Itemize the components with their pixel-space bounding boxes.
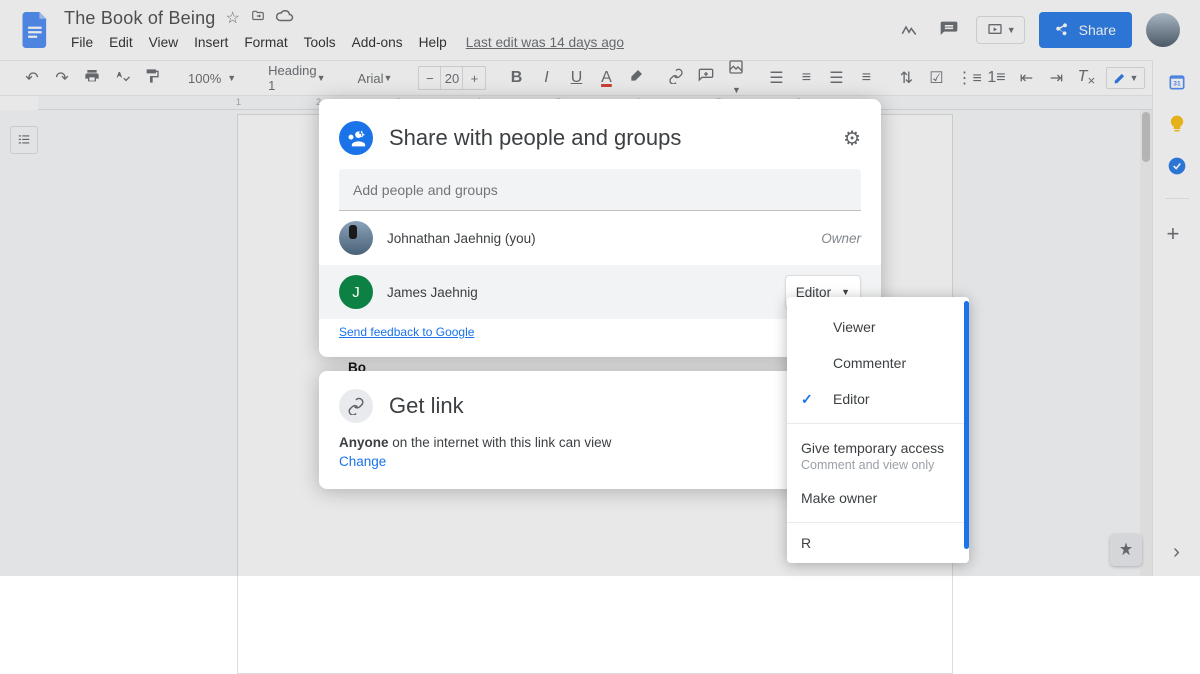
title-mid: The Book of Being ☆ File Edit View Inser… (64, 8, 896, 53)
menu-tools[interactable]: Tools (297, 32, 343, 53)
underline-icon[interactable]: U (566, 69, 586, 87)
star-icon[interactable]: ☆ (226, 8, 240, 28)
zoom-select[interactable]: 100%▼ (182, 71, 242, 86)
font-size[interactable]: − 20 + (418, 66, 486, 90)
gear-icon[interactable]: ⚙ (843, 126, 861, 151)
align-right-icon[interactable]: ☰ (826, 68, 846, 88)
size-decrease[interactable]: − (419, 67, 441, 89)
tasks-icon[interactable] (1167, 156, 1187, 176)
account-avatar[interactable] (1146, 13, 1180, 47)
menu-insert[interactable]: Insert (187, 32, 235, 53)
hide-panel-icon[interactable]: › (1173, 541, 1180, 564)
line-spacing-icon[interactable]: ⇅ (896, 68, 916, 88)
share-person-owner: Johnathan Jaehnig (you) Owner (319, 211, 881, 265)
size-increase[interactable]: + (463, 67, 485, 89)
align-left-icon[interactable]: ☰ (766, 68, 786, 88)
highlight-icon[interactable] (626, 68, 646, 89)
paint-format-icon[interactable] (142, 68, 162, 89)
style-select[interactable]: Heading 1▼ (262, 63, 331, 93)
italic-icon[interactable]: I (536, 69, 556, 87)
menu-bar: File Edit View Insert Format Tools Add-o… (64, 32, 896, 53)
dropdown-commenter[interactable]: Commenter (787, 345, 969, 381)
dropdown-make-owner[interactable]: Make owner (787, 480, 969, 516)
outline-button[interactable] (10, 126, 38, 154)
explore-button[interactable] (1110, 534, 1142, 566)
title-bar: The Book of Being ☆ File Edit View Inser… (0, 0, 1200, 60)
last-edit-link[interactable]: Last edit was 14 days ago (466, 35, 624, 50)
avatar (339, 221, 373, 255)
bulleted-list-icon[interactable]: ⋮≡ (956, 68, 976, 88)
dropdown-temp-sub: Comment and view only (787, 458, 969, 480)
text-color-icon[interactable]: A (596, 69, 616, 87)
scrollbar[interactable] (1140, 110, 1152, 576)
person-role: Owner (821, 231, 861, 246)
comment-icon[interactable] (696, 68, 716, 89)
link-access-text: Anyone on the internet with this link ca… (339, 435, 861, 450)
role-dropdown-menu: Viewer Commenter Editor Give temporary a… (787, 297, 969, 563)
person-name: James Jaehnig (387, 285, 478, 300)
dropdown-editor[interactable]: Editor (787, 381, 969, 417)
comments-icon[interactable] (936, 17, 962, 43)
change-link[interactable]: Change (339, 454, 386, 469)
cloud-icon[interactable] (276, 9, 294, 28)
bold-icon[interactable]: B (506, 69, 526, 87)
menu-help[interactable]: Help (412, 32, 454, 53)
share-title: Share with people and groups (389, 125, 827, 151)
share-button[interactable]: Share (1039, 12, 1132, 48)
menu-view[interactable]: View (142, 32, 185, 53)
numbered-list-icon[interactable]: 1≡ (986, 69, 1006, 87)
size-value[interactable]: 20 (441, 67, 463, 89)
feedback-link[interactable]: Send feedback to Google (319, 319, 494, 339)
person-name: Johnathan Jaehnig (you) (387, 231, 536, 246)
menu-edit[interactable]: Edit (102, 32, 140, 53)
link-header-icon (339, 389, 373, 423)
dropdown-temp-access[interactable]: Give temporary access (787, 430, 969, 458)
menu-file[interactable]: File (64, 32, 100, 53)
menu-format[interactable]: Format (237, 32, 294, 53)
align-justify-icon[interactable]: ≡ (856, 69, 876, 87)
indent-decrease-icon[interactable]: ⇤ (1016, 68, 1036, 88)
undo-icon[interactable]: ↶ (22, 68, 42, 88)
dropdown-cutoff[interactable]: R (787, 529, 969, 551)
share-label: Share (1079, 22, 1116, 38)
calendar-icon[interactable]: 31 (1167, 72, 1187, 92)
image-icon[interactable]: ▼ (726, 59, 746, 98)
getlink-title: Get link (389, 393, 464, 419)
move-icon[interactable] (250, 9, 266, 28)
checklist-icon[interactable]: ☑ (926, 68, 946, 88)
keep-icon[interactable] (1167, 114, 1187, 134)
indent-increase-icon[interactable]: ⇥ (1046, 68, 1066, 88)
print-icon[interactable] (82, 68, 102, 89)
toolbar: ↶ ↷ 100%▼ Heading 1▼ Arial▼ − 20 + B I U… (0, 60, 1200, 96)
share-header-icon (339, 121, 373, 155)
menu-addons[interactable]: Add-ons (345, 32, 410, 53)
doc-title[interactable]: The Book of Being (64, 8, 216, 29)
spellcheck-icon[interactable] (112, 68, 132, 89)
present-button[interactable]: ▼ (976, 16, 1025, 44)
align-center-icon[interactable]: ≡ (796, 69, 816, 87)
add-people-input[interactable] (339, 169, 861, 211)
editing-mode[interactable]: ▼ (1106, 67, 1145, 89)
side-panel: 31 + › (1152, 60, 1200, 576)
docs-logo-icon[interactable] (16, 10, 56, 50)
link-icon[interactable] (666, 68, 686, 89)
top-right: ▼ Share (896, 12, 1180, 48)
clear-format-icon[interactable]: T× (1076, 68, 1096, 88)
redo-icon[interactable]: ↷ (52, 68, 72, 88)
avatar: J (339, 275, 373, 309)
font-select[interactable]: Arial▼ (352, 71, 399, 86)
svg-text:31: 31 (1173, 80, 1181, 87)
add-panel-icon[interactable]: + (1167, 221, 1187, 241)
dropdown-viewer[interactable]: Viewer (787, 309, 969, 345)
activity-icon[interactable] (896, 17, 922, 43)
